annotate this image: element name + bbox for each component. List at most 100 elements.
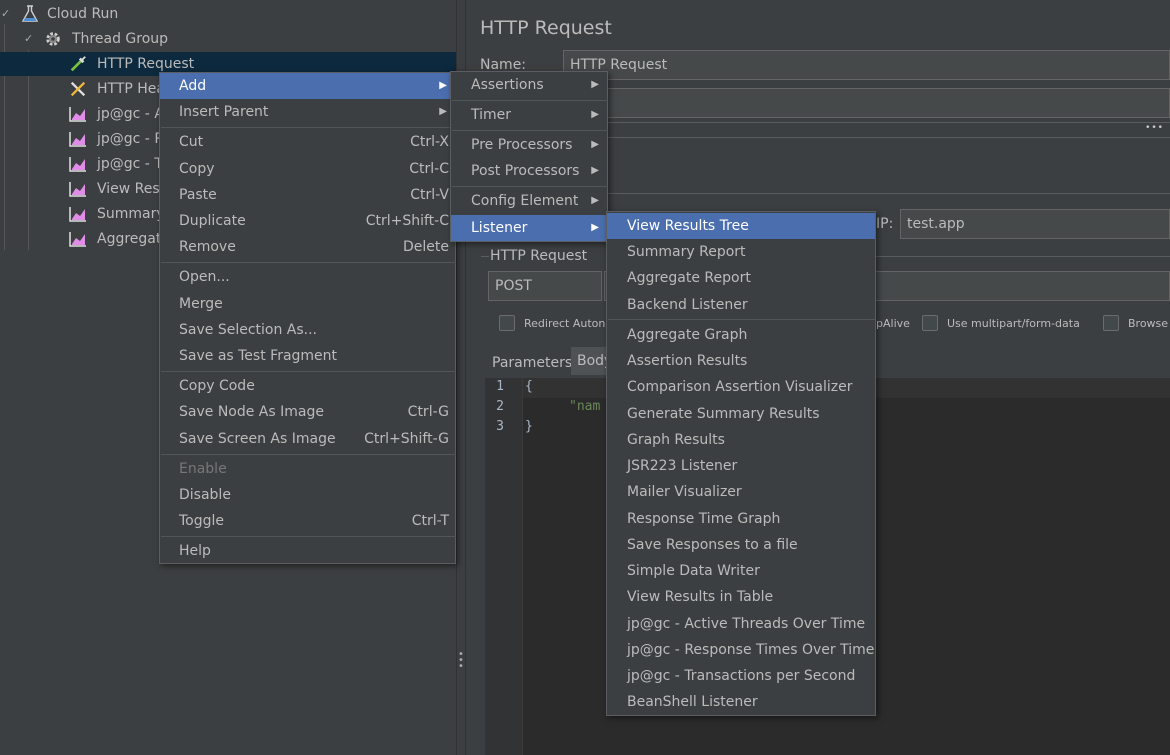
menu-item-listener-response-time-graph[interactable]: Response Time Graph (607, 506, 875, 532)
menu-item-listener-view-results-in-table[interactable]: View Results in Table (607, 584, 875, 610)
menu-item-listener-jsr223-listener[interactable]: JSR223 Listener (607, 453, 875, 479)
menu-item-label: Copy Code (179, 378, 255, 394)
menu-item-save-screen-image[interactable]: Save Screen As Image Ctrl+Shift-G (160, 426, 455, 452)
menu-item-cut[interactable]: Cut Ctrl-X (160, 129, 455, 155)
menu-item-listener-backend-listener[interactable]: Backend Listener (607, 292, 875, 318)
menu-item-listener-jp-gc-active-threads-over-time[interactable]: jp@gc - Active Threads Over Time (607, 611, 875, 637)
menu-separator (161, 371, 456, 372)
menu-item-listener-jp-gc-transactions-per-second[interactable]: jp@gc - Transactions per Second (607, 663, 875, 689)
menu-item-listener-jp-gc-response-times-over-time[interactable]: jp@gc - Response Times Over Time (607, 637, 875, 663)
menu-item-disable[interactable]: Disable (160, 482, 455, 508)
tab-parameters[interactable]: Parameters (486, 349, 578, 377)
tree-item-label: Aggregat (97, 231, 162, 247)
tree-item-cloud-run[interactable]: ✓ Cloud Run (0, 2, 456, 26)
menu-item-open[interactable]: Open... (160, 264, 455, 290)
chevron-down-icon[interactable]: ✓ (24, 27, 36, 51)
flask-icon (21, 5, 39, 22)
menu-item-listener-mailer-visualizer[interactable]: Mailer Visualizer (607, 479, 875, 505)
chart-icon (69, 132, 86, 147)
menu-item-help[interactable]: Help (160, 538, 455, 564)
menu-item-label: jp@gc - Response Times Over Time (627, 642, 875, 658)
multipart-checkbox[interactable] (922, 315, 938, 331)
chevron-down-icon[interactable]: ✓ (1, 2, 13, 26)
menu-item-label: BeanShell Listener (627, 694, 758, 710)
page-title: HTTP Request (480, 17, 612, 39)
menu-item-label: Open... (179, 269, 230, 285)
menu-item-toggle[interactable]: Toggle Ctrl-T (160, 508, 455, 534)
keepalive-label: pAlive (876, 317, 910, 330)
menu-item-pre-processors[interactable]: Pre Processors ▶ (451, 132, 607, 158)
menu-item-listener-generate-summary-results[interactable]: Generate Summary Results (607, 401, 875, 427)
menu-item-paste[interactable]: Paste Ctrl-V (160, 182, 455, 208)
menu-item-remove[interactable]: Remove Delete (160, 234, 455, 260)
menu-item-save-node-image[interactable]: Save Node As Image Ctrl-G (160, 399, 455, 425)
menu-item-save-fragment[interactable]: Save as Test Fragment (160, 343, 455, 369)
menu-item-label: Cut (179, 134, 204, 150)
menu-item-label: Post Processors (471, 163, 580, 179)
browser-headers-checkbox[interactable] (1103, 315, 1119, 331)
menu-item-add[interactable]: Add ▶ (160, 73, 455, 99)
menu-item-copy[interactable]: Copy Ctrl-C (160, 156, 455, 182)
tree-item-jpgc-transactions[interactable]: jp@gc - T (0, 152, 163, 176)
menu-item-listener-save-responses-to-a-file[interactable]: Save Responses to a file (607, 532, 875, 558)
menu-item-listener-aggregate-report[interactable]: Aggregate Report (607, 265, 875, 291)
menu-item-label: Timer (471, 107, 512, 123)
name-field[interactable]: HTTP Request (563, 50, 1170, 80)
menu-item-label: Aggregate Report (627, 270, 751, 286)
menu-item-config-element[interactable]: Config Element ▶ (451, 188, 607, 214)
shortcut-label: Ctrl+Shift-G (364, 431, 449, 447)
ip-label: IP: (876, 216, 894, 232)
submenu-arrow-icon: ▶ (439, 106, 447, 117)
tree-item-jpgc-active[interactable]: jp@gc - A (0, 102, 164, 126)
menu-item-listener[interactable]: Listener ▶ (451, 215, 607, 241)
listener-submenu: View Results Tree Summary Report Aggregate… (606, 211, 876, 716)
shortcut-label: Ctrl-T (411, 513, 449, 529)
menu-item-post-processors[interactable]: Post Processors ▶ (451, 158, 607, 184)
menu-item-assertions[interactable]: Assertions ▶ (451, 72, 607, 98)
submenu-arrow-icon: ▶ (591, 109, 599, 120)
menu-item-label: Save Responses to a file (627, 537, 798, 553)
menu-item-listener-view-results-tree[interactable]: View Results Tree (607, 213, 875, 239)
menu-item-label: Mailer Visualizer (627, 484, 742, 500)
more-options-icon[interactable]: ••• (1145, 123, 1164, 133)
menu-item-label: Aggregate Graph (627, 327, 748, 343)
http-request-group-label: HTTP Request (490, 248, 588, 264)
menu-item-duplicate[interactable]: Duplicate Ctrl+Shift-C (160, 208, 455, 234)
menu-item-listener-beanshell-listener[interactable]: BeanShell Listener (607, 689, 875, 715)
menu-item-merge[interactable]: Merge (160, 291, 455, 317)
tree-item-jpgc-response[interactable]: jp@gc - R (0, 127, 164, 151)
server-ip-field[interactable]: test.app (900, 209, 1170, 239)
line-number: 1 (496, 379, 504, 394)
menu-item-listener-comparison-assertion-visualizer[interactable]: Comparison Assertion Visualizer (607, 374, 875, 400)
menu-item-listener-simple-data-writer[interactable]: Simple Data Writer (607, 558, 875, 584)
tree-item-http-header[interactable]: HTTP Hea (0, 77, 165, 101)
menu-item-label: Assertion Results (627, 353, 748, 369)
splitter-grip-icon[interactable]: • • • (458, 650, 464, 672)
menu-item-label: Generate Summary Results (627, 406, 820, 422)
tree-item-thread-group[interactable]: ✓ Thread Group (0, 27, 456, 51)
chart-icon (69, 182, 86, 197)
line-number: 3 (496, 419, 504, 434)
method-select[interactable]: POST (488, 271, 602, 301)
menu-item-save-selection[interactable]: Save Selection As... (160, 317, 455, 343)
menu-item-label: Toggle (179, 513, 225, 529)
chart-icon (69, 207, 86, 222)
tree-item-view-results[interactable]: View Resu (0, 177, 169, 201)
menu-item-copy-code[interactable]: Copy Code (160, 373, 455, 399)
redirect-automatically-checkbox[interactable] (499, 315, 515, 331)
menu-item-listener-assertion-results[interactable]: Assertion Results (607, 348, 875, 374)
menu-item-label: Merge (179, 296, 223, 312)
tree-item-aggregate[interactable]: Aggregat (0, 227, 162, 251)
menu-item-label: View Results Tree (627, 218, 749, 234)
tree-item-summary[interactable]: Summary (0, 202, 165, 226)
menu-separator (452, 186, 608, 187)
submenu-arrow-icon: ▶ (591, 79, 599, 90)
menu-item-timer[interactable]: Timer ▶ (451, 102, 607, 128)
menu-item-insert-parent[interactable]: Insert Parent ▶ (160, 99, 455, 125)
menu-item-listener-graph-results[interactable]: Graph Results (607, 427, 875, 453)
comments-field[interactable] (563, 88, 1170, 118)
menu-item-listener-summary-report[interactable]: Summary Report (607, 239, 875, 265)
menu-separator (161, 536, 456, 537)
tree-item-label: jp@gc - R (97, 131, 165, 147)
menu-item-listener-aggregate-graph[interactable]: Aggregate Graph (607, 322, 875, 348)
